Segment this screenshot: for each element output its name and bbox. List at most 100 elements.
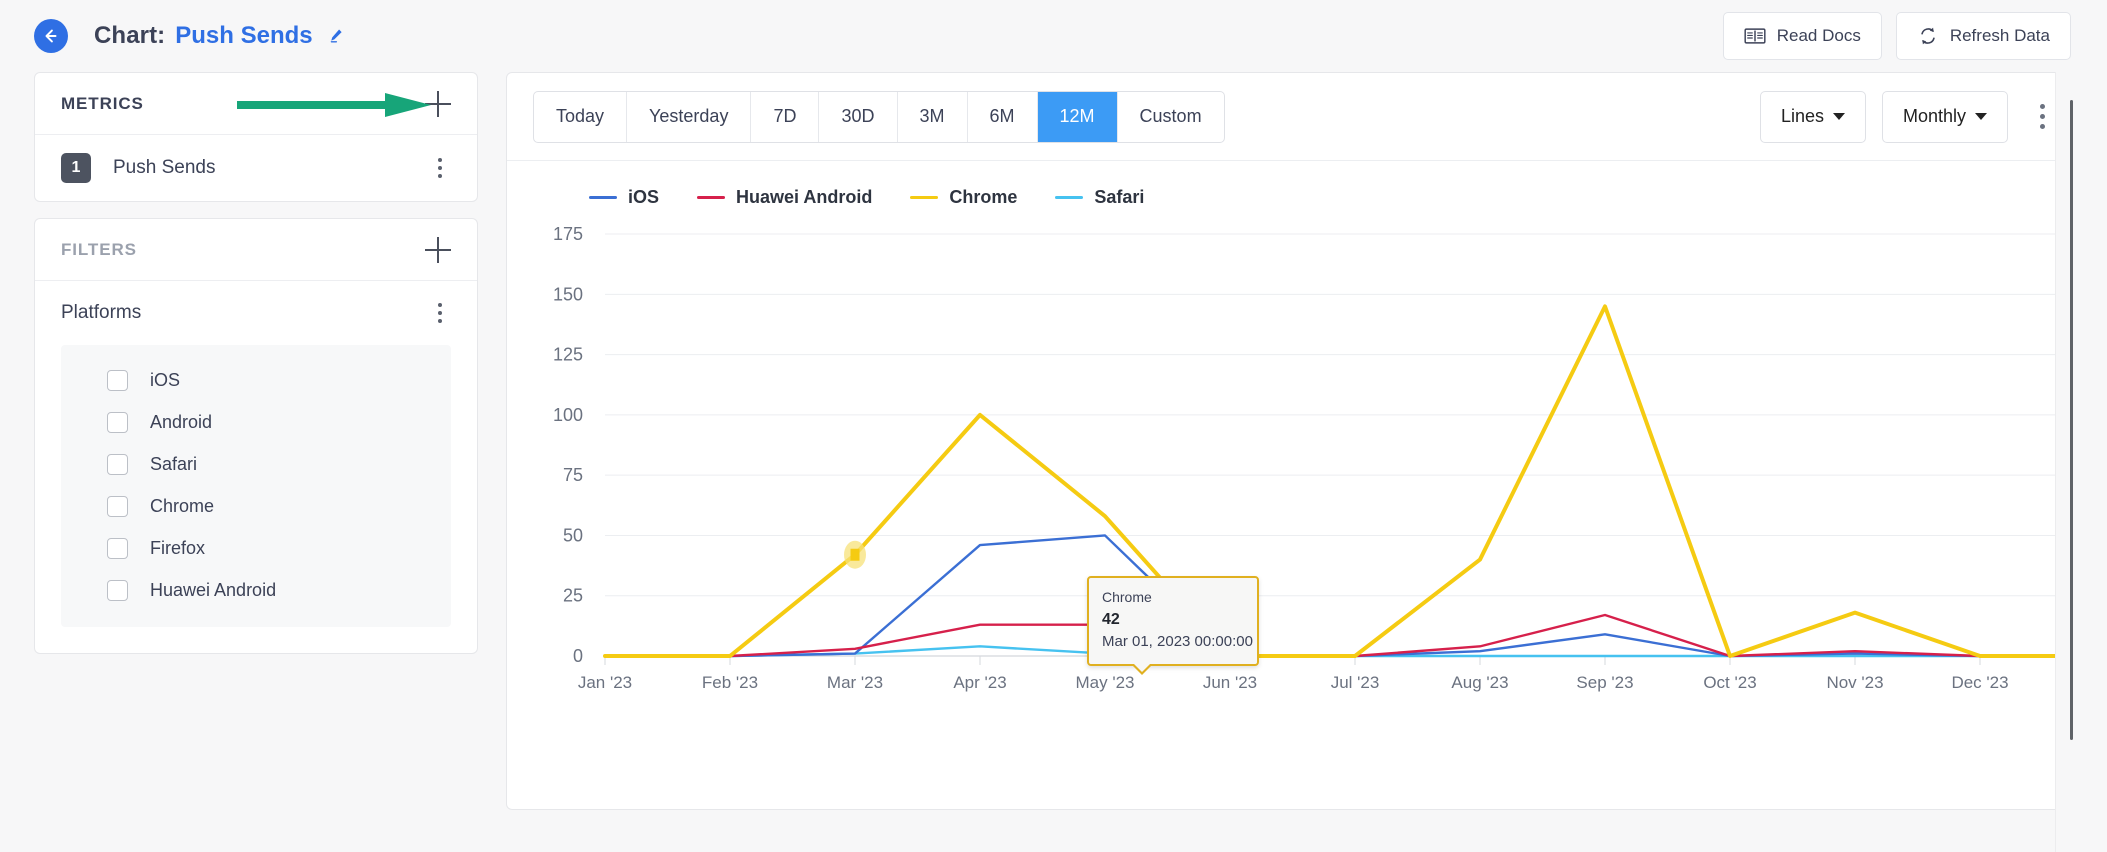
- metrics-add-button[interactable]: [425, 91, 451, 117]
- filters-add-button[interactable]: [425, 237, 451, 263]
- sidebar: METRICS 1 Push Sends FILTERS Platforms: [34, 72, 478, 670]
- metric-kebab-menu-icon[interactable]: [429, 155, 451, 181]
- chart-plot-area[interactable]: 0255075100125150175Jan '23Feb '23Mar '23…: [507, 208, 2080, 728]
- pencil-icon[interactable]: [327, 27, 344, 50]
- legend-label: Chrome: [949, 187, 1017, 208]
- refresh-data-button[interactable]: Refresh Data: [1896, 12, 2071, 60]
- chart-type-dropdown[interactable]: Lines: [1760, 91, 1866, 143]
- tooltip-series-name: Chrome: [1102, 587, 1245, 608]
- filter-group-name: Platforms: [61, 302, 141, 324]
- y-axis-tick-label: 150: [553, 284, 583, 304]
- metric-label: Push Sends: [113, 157, 215, 179]
- refresh-icon: [1917, 26, 1939, 46]
- range-6m[interactable]: 6M: [968, 92, 1038, 142]
- granularity-label: Monthly: [1903, 106, 1966, 127]
- y-axis-tick-label: 100: [553, 405, 583, 425]
- range-yesterday[interactable]: Yesterday: [627, 92, 751, 142]
- filter-group-header-platforms: Platforms: [35, 281, 477, 345]
- metrics-title: METRICS: [61, 94, 144, 114]
- filter-option-safari[interactable]: Safari: [61, 443, 451, 485]
- metric-index-badge: 1: [61, 153, 91, 183]
- filters-title: FILTERS: [61, 240, 137, 260]
- filter-option-label: Safari: [150, 454, 197, 475]
- y-axis-tick-label: 175: [553, 224, 583, 244]
- chart-overflow-kebab-menu-icon[interactable]: [2030, 102, 2054, 132]
- page-title-name: Push Sends: [175, 22, 312, 50]
- chart-tooltip: Chrome 42 Mar 01, 2023 00:00:00: [1087, 576, 1259, 666]
- series-line-huawei-android[interactable]: [605, 615, 2081, 656]
- checkbox-ios[interactable]: [107, 370, 128, 391]
- x-axis-tick-label: Oct '23: [1703, 673, 1756, 692]
- filter-option-label: Android: [150, 412, 212, 433]
- book-icon: [1744, 26, 1766, 46]
- range-12m[interactable]: 12M: [1038, 92, 1118, 142]
- page-scrollbar-thumb[interactable]: [2070, 100, 2073, 740]
- x-axis-tick-label: Aug '23: [1451, 673, 1508, 692]
- metrics-header: METRICS: [35, 73, 477, 135]
- filter-option-huawei-android[interactable]: Huawei Android: [61, 569, 451, 611]
- x-axis-tick-label: Nov '23: [1826, 673, 1883, 692]
- legend-item-huawei-android[interactable]: Huawei Android: [697, 187, 872, 208]
- series-line-chrome[interactable]: [605, 306, 2081, 656]
- legend-item-ios[interactable]: iOS: [589, 187, 659, 208]
- legend-label: Huawei Android: [736, 187, 872, 208]
- y-axis-tick-label: 125: [553, 345, 583, 365]
- x-axis-tick-label: Mar '23: [827, 673, 883, 692]
- x-axis-tick-label: Jun '23: [1203, 673, 1257, 692]
- legend-label: iOS: [628, 187, 659, 208]
- chevron-down-icon: [1833, 113, 1845, 120]
- read-docs-label: Read Docs: [1777, 26, 1861, 46]
- checkbox-huawei-android[interactable]: [107, 580, 128, 601]
- refresh-data-label: Refresh Data: [1950, 26, 2050, 46]
- x-axis-tick-label: Sep '23: [1576, 673, 1633, 692]
- filter-option-ios[interactable]: iOS: [61, 359, 451, 401]
- chevron-down-icon: [1975, 113, 1987, 120]
- back-button[interactable]: [34, 19, 68, 53]
- range-custom[interactable]: Custom: [1118, 92, 1224, 142]
- y-axis-tick-label: 0: [573, 646, 583, 666]
- filter-option-chrome[interactable]: Chrome: [61, 485, 451, 527]
- checkbox-chrome[interactable]: [107, 496, 128, 517]
- filter-options-list: iOS Android Safari Chrome Firefox: [61, 345, 451, 627]
- filter-option-android[interactable]: Android: [61, 401, 451, 443]
- checkbox-firefox[interactable]: [107, 538, 128, 559]
- page-title: Chart: Push Sends: [94, 22, 344, 50]
- filters-card: FILTERS Platforms iOS Android Safari: [34, 218, 478, 654]
- chart-legend: iOS Huawei Android Chrome Safari: [507, 161, 2080, 208]
- filter-option-label: Huawei Android: [150, 580, 276, 601]
- metrics-card: METRICS 1 Push Sends: [34, 72, 478, 202]
- tooltip-value: 42: [1102, 608, 1245, 631]
- checkbox-safari[interactable]: [107, 454, 128, 475]
- legend-item-safari[interactable]: Safari: [1055, 187, 1144, 208]
- range-today[interactable]: Today: [534, 92, 627, 142]
- filter-group-kebab-menu-icon[interactable]: [429, 300, 451, 326]
- highlight-point-marker[interactable]: [851, 549, 860, 561]
- main-layout: METRICS 1 Push Sends FILTERS Platforms: [0, 72, 2107, 810]
- legend-item-chrome[interactable]: Chrome: [910, 187, 1017, 208]
- legend-label: Safari: [1094, 187, 1144, 208]
- legend-swatch: [1055, 196, 1083, 199]
- x-axis-tick-label: May '23: [1076, 673, 1135, 692]
- filter-option-label: Chrome: [150, 496, 214, 517]
- filter-option-firefox[interactable]: Firefox: [61, 527, 451, 569]
- line-chart-svg: 0255075100125150175Jan '23Feb '23Mar '23…: [507, 208, 2081, 708]
- page-title-prefix: Chart:: [94, 22, 165, 50]
- x-axis-tick-label: Feb '23: [702, 673, 758, 692]
- range-7d[interactable]: 7D: [751, 92, 819, 142]
- range-3m[interactable]: 3M: [898, 92, 968, 142]
- legend-swatch: [589, 196, 617, 199]
- filters-header: FILTERS: [35, 219, 477, 281]
- filter-option-label: iOS: [150, 370, 180, 391]
- granularity-dropdown[interactable]: Monthly: [1882, 91, 2008, 143]
- x-axis-tick-label: Jan '23: [578, 673, 632, 692]
- app-header: Chart: Push Sends Read Docs Refresh Data: [0, 0, 2107, 72]
- read-docs-button[interactable]: Read Docs: [1723, 12, 1882, 60]
- time-range-segmented-control: Today Yesterday 7D 30D 3M 6M 12M Custom: [533, 91, 1225, 143]
- metric-item-push-sends[interactable]: 1 Push Sends: [35, 135, 477, 201]
- x-axis-tick-label: Apr '23: [953, 673, 1006, 692]
- legend-swatch: [910, 196, 938, 199]
- arrow-left-icon: [42, 27, 60, 45]
- checkbox-android[interactable]: [107, 412, 128, 433]
- range-30d[interactable]: 30D: [819, 92, 897, 142]
- page-scrollbar[interactable]: [2055, 72, 2107, 852]
